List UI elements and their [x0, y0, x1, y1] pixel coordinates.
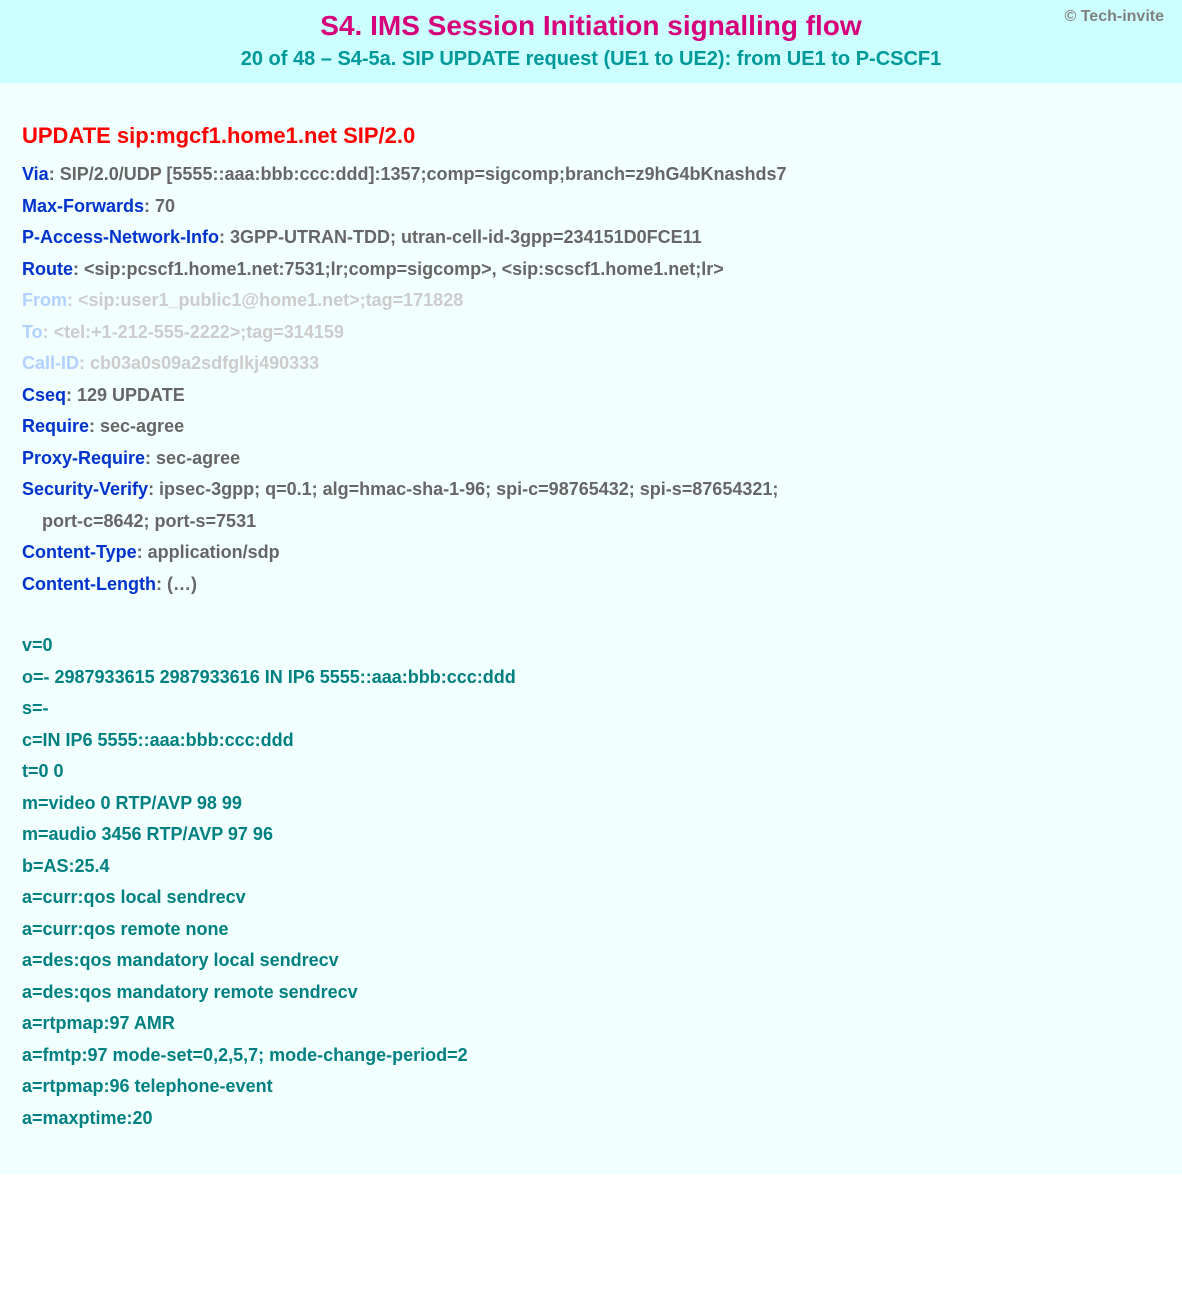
header-name: Via — [22, 164, 49, 184]
header-value: : (…) — [156, 574, 197, 594]
sdp-line: m=audio 3456 RTP/AVP 97 96 — [22, 819, 1160, 851]
sdp-line: o=- 2987933615 2987933616 IN IP6 5555::a… — [22, 662, 1160, 694]
header-name: Content-Type — [22, 542, 137, 562]
header-value: : 70 — [144, 196, 175, 216]
header-value: : sec-agree — [145, 448, 240, 468]
header-value: : ipsec-3gpp; q=0.1; alg=hmac-sha-1-96; … — [148, 479, 778, 499]
header-value: : cb03a0s09a2sdfglkj490333 — [79, 353, 319, 373]
sdp-line: a=des:qos mandatory remote sendrecv — [22, 977, 1160, 1009]
header-name: From — [22, 290, 67, 310]
header-box: © Tech-invite S4. IMS Session Initiation… — [0, 0, 1182, 83]
blank-line — [22, 600, 1160, 630]
sip-request-line: UPDATE sip:mgcf1.home1.net SIP/2.0 — [22, 123, 1160, 149]
header-value: : SIP/2.0/UDP [5555::aaa:bbb:ccc:ddd]:13… — [49, 164, 787, 184]
sdp-line: v=0 — [22, 630, 1160, 662]
sip-header-call-id: Call-ID: cb03a0s09a2sdfglkj490333 — [22, 348, 1160, 380]
sdp-line: t=0 0 — [22, 756, 1160, 788]
header-value: : 3GPP-UTRAN-TDD; utran-cell-id-3gpp=234… — [219, 227, 702, 247]
sdp-line: m=video 0 RTP/AVP 98 99 — [22, 788, 1160, 820]
header-value: : application/sdp — [137, 542, 280, 562]
page-subtitle: 20 of 48 – S4-5a. SIP UPDATE request (UE… — [20, 48, 1162, 71]
header-name: Proxy-Require — [22, 448, 145, 468]
page-title: S4. IMS Session Initiation signalling fl… — [20, 10, 1162, 42]
sdp-line: a=fmtp:97 mode-set=0,2,5,7; mode-change-… — [22, 1040, 1160, 1072]
sip-header-require: Require: sec-agree — [22, 411, 1160, 443]
header-value: : <tel:+1-212-555-2222>;tag=314159 — [43, 322, 344, 342]
sip-header-max-forwards: Max-Forwards: 70 — [22, 191, 1160, 223]
header-value: : sec-agree — [89, 416, 184, 436]
sdp-line: b=AS:25.4 — [22, 851, 1160, 883]
header-value: : <sip:pcscf1.home1.net:7531;lr;comp=sig… — [73, 259, 724, 279]
sdp-line: a=maxptime:20 — [22, 1103, 1160, 1135]
sdp-line: a=des:qos mandatory local sendrecv — [22, 945, 1160, 977]
sip-header-cseq: Cseq: 129 UPDATE — [22, 380, 1160, 412]
sdp-line: a=curr:qos remote none — [22, 914, 1160, 946]
sip-header-proxy-require: Proxy-Require: sec-agree — [22, 443, 1160, 475]
header-name: Max-Forwards — [22, 196, 144, 216]
sdp-line: c=IN IP6 5555::aaa:bbb:ccc:ddd — [22, 725, 1160, 757]
header-value: : 129 UPDATE — [66, 385, 185, 405]
header-name: Call-ID — [22, 353, 79, 373]
sdp-line: a=rtpmap:96 telephone-event — [22, 1071, 1160, 1103]
sip-header-route: Route: <sip:pcscf1.home1.net:7531;lr;com… — [22, 254, 1160, 286]
sip-header-to: To: <tel:+1-212-555-2222>;tag=314159 — [22, 317, 1160, 349]
header-name: Cseq — [22, 385, 66, 405]
sip-header-content-type: Content-Type: application/sdp — [22, 537, 1160, 569]
sip-message-body: UPDATE sip:mgcf1.home1.net SIP/2.0 Via: … — [0, 83, 1182, 1174]
header-value: port-c=8642; port-s=7531 — [42, 511, 256, 531]
sip-header-security-verify: Security-Verify: ipsec-3gpp; q=0.1; alg=… — [22, 474, 1160, 506]
copyright-label: © Tech-invite — [1064, 8, 1164, 26]
header-name: Content-Length — [22, 574, 156, 594]
sip-header-from: From: <sip:user1_public1@home1.net>;tag=… — [22, 285, 1160, 317]
sip-header-p-access-network-info: P-Access-Network-Info: 3GPP-UTRAN-TDD; u… — [22, 222, 1160, 254]
header-name: To — [22, 322, 43, 342]
sip-header-via: Via: SIP/2.0/UDP [5555::aaa:bbb:ccc:ddd]… — [22, 159, 1160, 191]
header-name: Require — [22, 416, 89, 436]
header-name: Route — [22, 259, 73, 279]
sdp-line: a=rtpmap:97 AMR — [22, 1008, 1160, 1040]
sdp-line: s=- — [22, 693, 1160, 725]
sip-header-security-verify-cont: port-c=8642; port-s=7531 — [22, 506, 1160, 538]
header-name: Security-Verify — [22, 479, 148, 499]
sip-header-content-length: Content-Length: (…) — [22, 569, 1160, 601]
header-name: P-Access-Network-Info — [22, 227, 219, 247]
header-value: : <sip:user1_public1@home1.net>;tag=1718… — [67, 290, 463, 310]
sdp-line: a=curr:qos local sendrecv — [22, 882, 1160, 914]
